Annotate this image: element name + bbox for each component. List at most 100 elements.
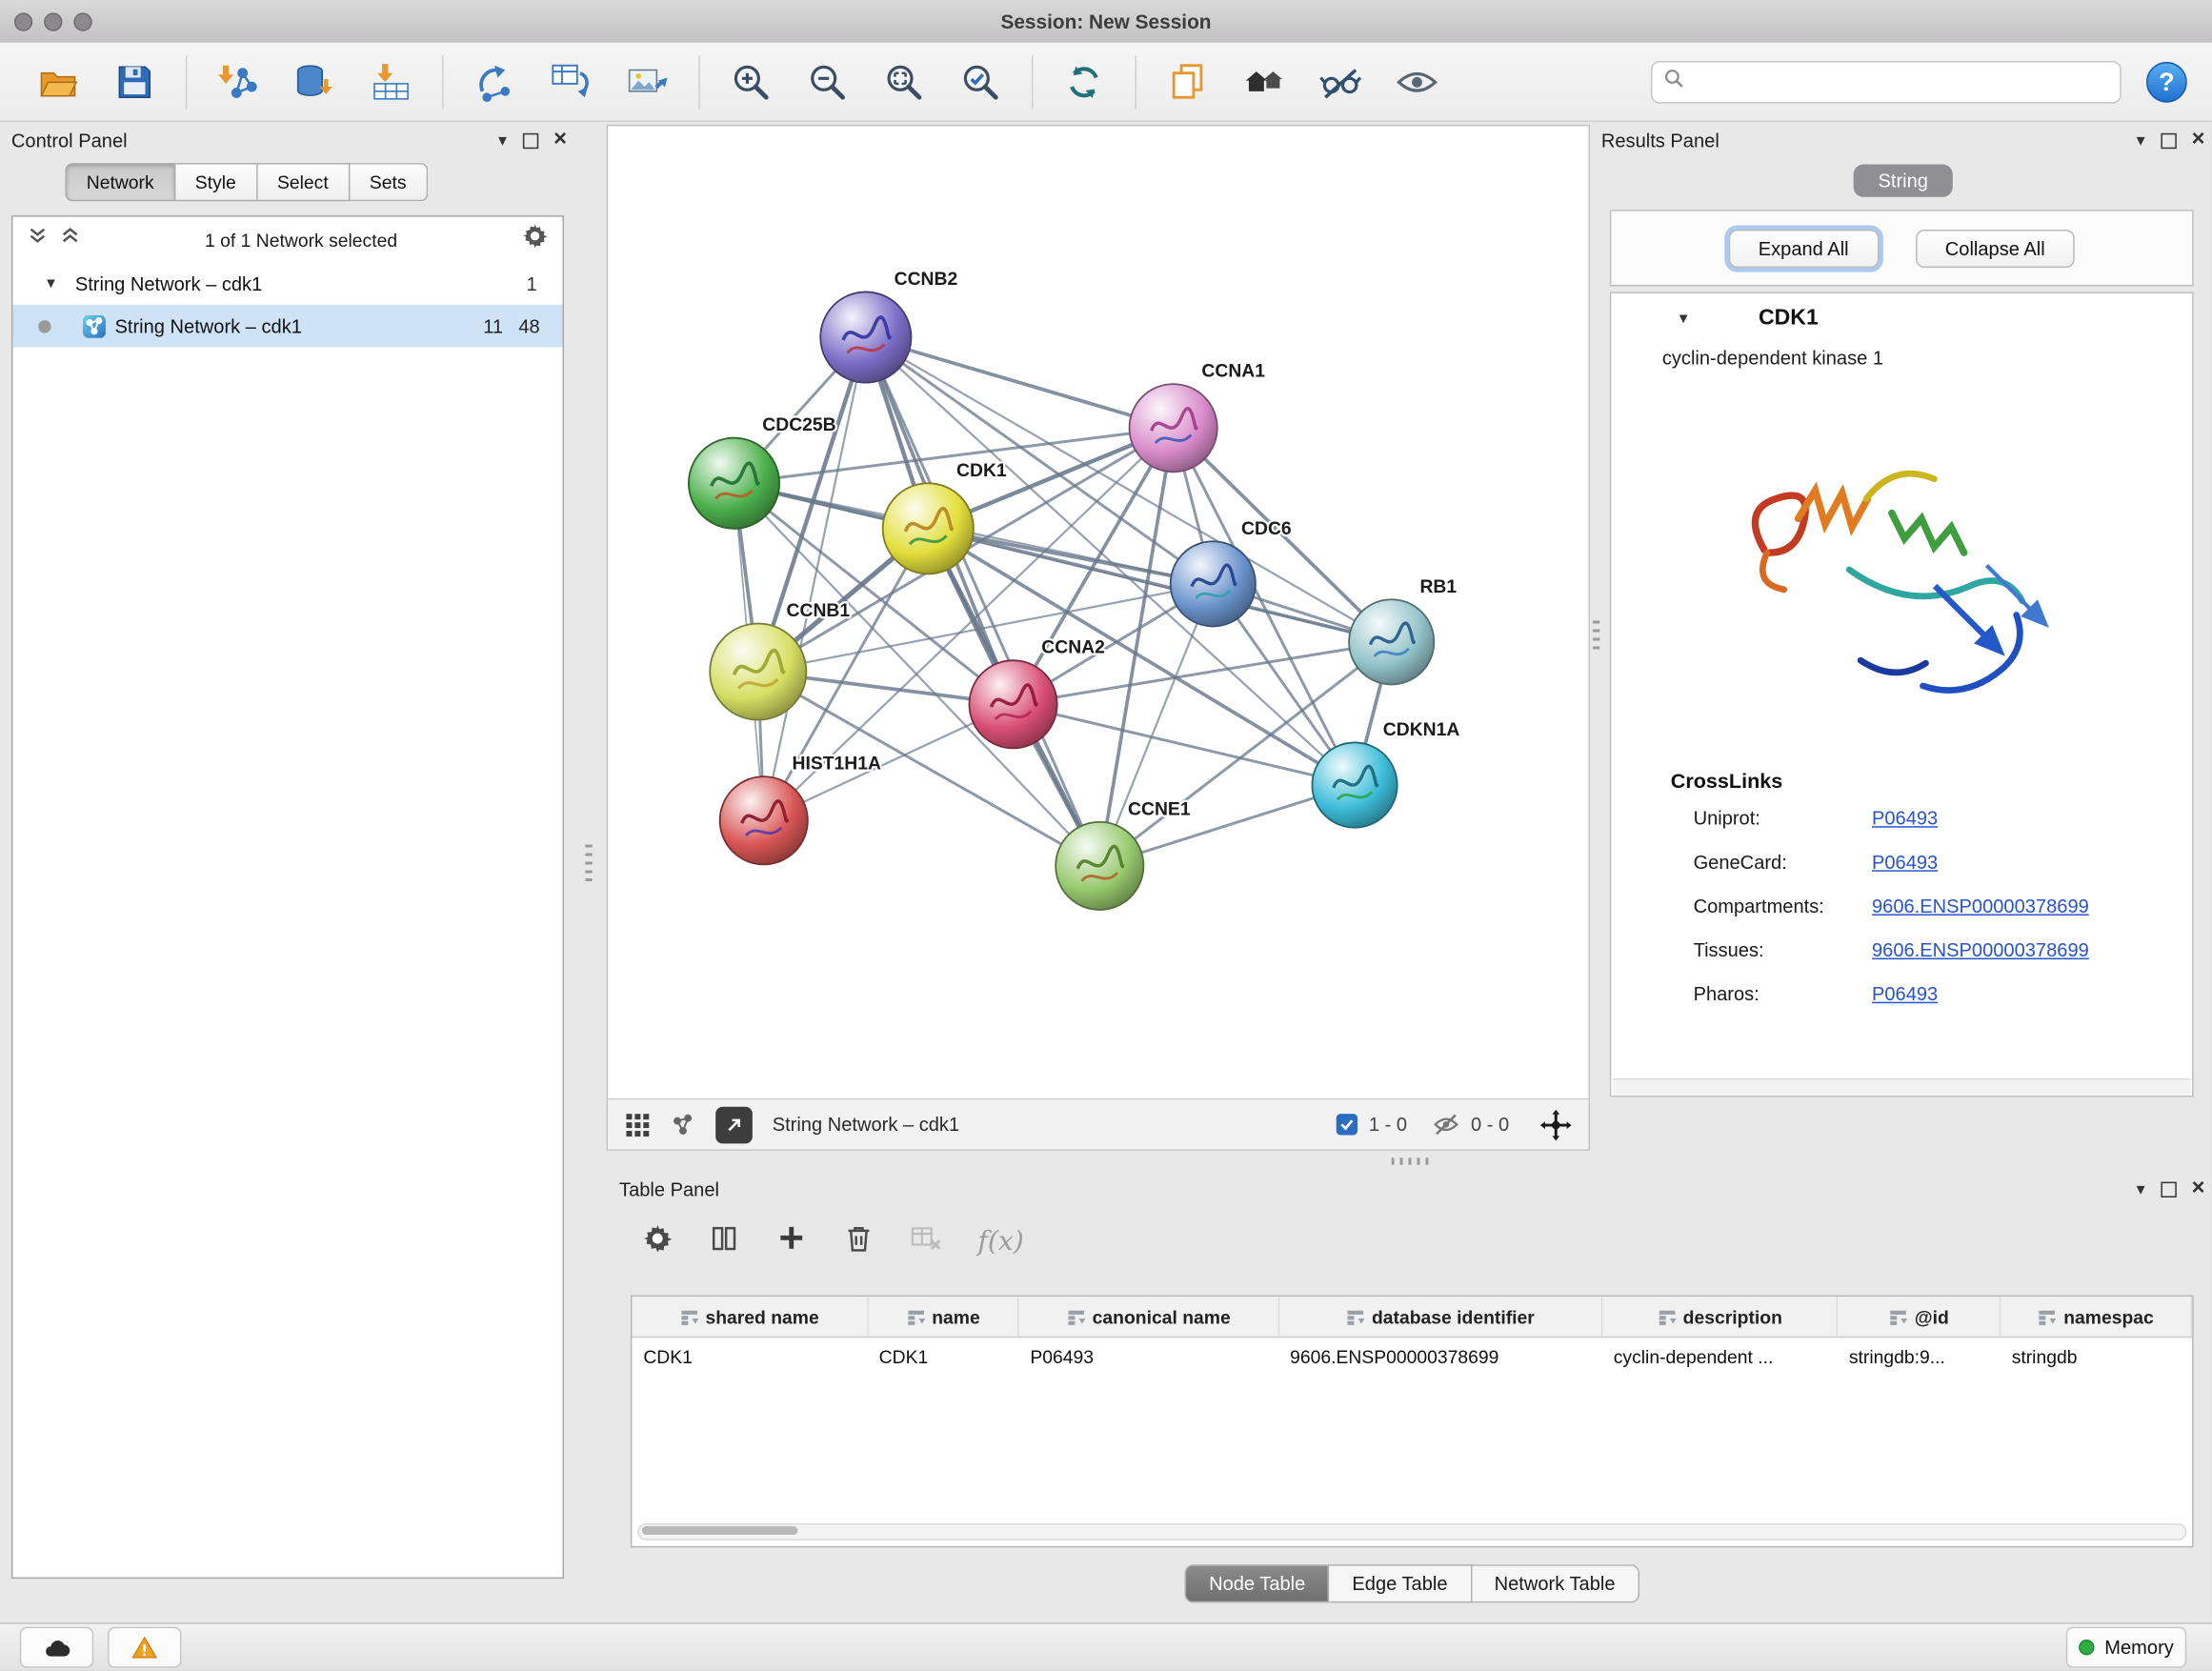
tissues-link[interactable]: 9606.ENSP00000378699 [1872,939,2089,960]
cell-description[interactable]: cyclin-dependent ... [1602,1337,1838,1374]
network-edge[interactable] [764,337,866,820]
memory-button[interactable]: Memory [2066,1627,2186,1668]
zoom-fit-icon[interactable] [878,56,930,108]
table-row[interactable]: CDK1 CDK1 P06493 9606.ENSP00000378699 cy… [632,1337,2191,1374]
entry-disclosure-icon[interactable]: ▼ [1677,312,1699,327]
zoom-out-icon[interactable] [802,56,854,108]
hidden-count-eye-slash-icon[interactable] [1433,1111,1459,1137]
cloud-status-button[interactable] [20,1627,93,1668]
duplicate-page-icon[interactable] [1162,56,1214,108]
network-options-gear-icon[interactable] [521,223,548,257]
hide-selection-glasses-icon[interactable] [1315,56,1366,108]
column-header-name[interactable]: name [868,1297,1019,1337]
column-header-description[interactable]: description [1602,1297,1838,1337]
tab-network-table[interactable]: Network Table [1472,1564,1639,1602]
hidden-count: 0 - 0 [1471,1114,1509,1135]
zoom-in-icon[interactable] [726,56,777,108]
network-edge[interactable] [866,337,1174,428]
show-columns-icon[interactable] [709,1222,740,1260]
network-node-rb1[interactable]: RB1 [1349,577,1457,685]
home-icon[interactable] [1238,56,1290,108]
show-selection-eye-icon[interactable] [1392,56,1443,108]
import-table-from-file-icon[interactable] [366,56,417,108]
import-network-from-database-icon[interactable] [289,56,340,108]
tab-style[interactable]: Style [175,163,257,201]
genecard-link[interactable]: P06493 [1872,852,1938,873]
network-collection-row[interactable]: ▼ String Network – cdk1 1 [12,262,562,305]
panel-resize-handle[interactable] [1593,621,1599,653]
new-network-icon[interactable] [469,56,520,108]
new-network-from-table-icon[interactable] [546,56,597,108]
results-horizontal-scrollbar[interactable] [1613,1078,2191,1094]
expand-all-button[interactable]: Expand All [1728,229,1878,267]
save-session-icon[interactable] [110,56,161,108]
network-collection-count: 1 [527,272,537,293]
panel-close-icon[interactable]: × [2192,1182,2205,1197]
cell-name[interactable]: CDK1 [868,1337,1019,1374]
help-icon[interactable]: ? [2142,56,2193,108]
network-edge[interactable] [866,337,1099,866]
tab-select[interactable]: Select [257,163,350,201]
panel-float-icon[interactable] [2161,1181,2176,1197]
birds-eye-crosshair-icon[interactable] [1540,1109,1572,1140]
search-icon [1663,68,1684,96]
table-settings-gear-icon[interactable] [642,1222,674,1260]
network-edge[interactable] [1014,704,1355,785]
panel-float-icon[interactable] [2161,132,2176,148]
panel-menu-icon[interactable]: ▾ [2137,131,2145,151]
network-node-cdk1[interactable]: CDK1 [883,461,1007,574]
tab-network[interactable]: Network [65,163,175,201]
toolbar-search-field[interactable] [1651,60,2122,103]
pharos-link[interactable]: P06493 [1872,983,1938,1004]
panel-close-icon[interactable]: × [553,133,567,148]
search-input[interactable] [1694,70,2109,93]
share-network-icon[interactable] [671,1112,696,1137]
network-canvas[interactable]: CCNB2CCNA1CDC25BCDK1CDC6RB1CCNB1CCNA2CDK… [608,126,1588,1097]
expand-all-networks-icon[interactable] [27,226,48,254]
refresh-icon[interactable] [1058,56,1110,108]
network-node-ccna1[interactable]: CCNA1 [1130,362,1266,473]
selected-count-checkbox-icon[interactable] [1337,1114,1357,1135]
column-header-namespace[interactable]: namespac [2001,1297,2192,1337]
tab-edge-table[interactable]: Edge Table [1330,1564,1472,1602]
cell-namespace[interactable]: stringdb [2001,1337,2192,1374]
cell-shared-name[interactable]: CDK1 [632,1337,867,1374]
disclosure-triangle-icon[interactable]: ▼ [44,275,67,291]
results-tab-string[interactable]: String [1854,165,1952,197]
zoom-selected-icon[interactable] [955,56,1007,108]
column-header-canonical-name[interactable]: canonical name [1018,1297,1278,1337]
compartments-link[interactable]: 9606.ENSP00000378699 [1872,896,2089,916]
warnings-button[interactable] [108,1627,181,1668]
delete-column-trash-icon[interactable] [843,1222,875,1260]
panel-menu-icon[interactable]: ▾ [2137,1179,2145,1199]
collapse-all-networks-icon[interactable] [59,226,80,254]
column-header-shared-name[interactable]: shared name [632,1297,867,1337]
add-column-icon[interactable] [775,1221,808,1261]
network-node-cdkn1a[interactable]: CDKN1A [1312,720,1459,828]
network-node-ccnb2[interactable]: CCNB2 [820,270,957,383]
panel-close-icon[interactable]: × [2192,133,2205,148]
scrollbar-thumb[interactable] [642,1526,798,1535]
uniprot-link[interactable]: P06493 [1872,808,1938,829]
import-network-from-file-icon[interactable] [212,56,264,108]
cell-canonical-name[interactable]: P06493 [1018,1337,1278,1374]
panel-resize-handle[interactable] [585,845,592,885]
panel-float-icon[interactable] [522,132,537,148]
tab-node-table[interactable]: Node Table [1185,1564,1330,1602]
open-in-new-window-icon[interactable] [715,1106,753,1143]
tab-sets[interactable]: Sets [350,163,428,201]
network-node-hist1h1a[interactable]: HIST1H1A [720,755,881,865]
grid-view-icon[interactable] [625,1112,651,1137]
column-header-id[interactable]: @id [1838,1297,2001,1337]
column-header-database-identifier[interactable]: database identifier [1278,1297,1602,1337]
application-window: Session: New Session [0,0,2212,1671]
cell-database-identifier[interactable]: 9606.ENSP00000378699 [1278,1337,1602,1374]
open-session-icon[interactable] [32,56,84,108]
table-horizontal-scrollbar[interactable] [637,1523,2186,1540]
network-row[interactable]: String Network – cdk1 11 48 [12,305,562,348]
panel-menu-icon[interactable]: ▾ [498,131,507,151]
cell-id[interactable]: stringdb:9... [1838,1337,2001,1374]
export-image-icon[interactable] [622,56,674,108]
panel-resize-handle[interactable] [1392,1158,1429,1164]
collapse-all-button[interactable]: Collapse All [1916,229,2075,267]
